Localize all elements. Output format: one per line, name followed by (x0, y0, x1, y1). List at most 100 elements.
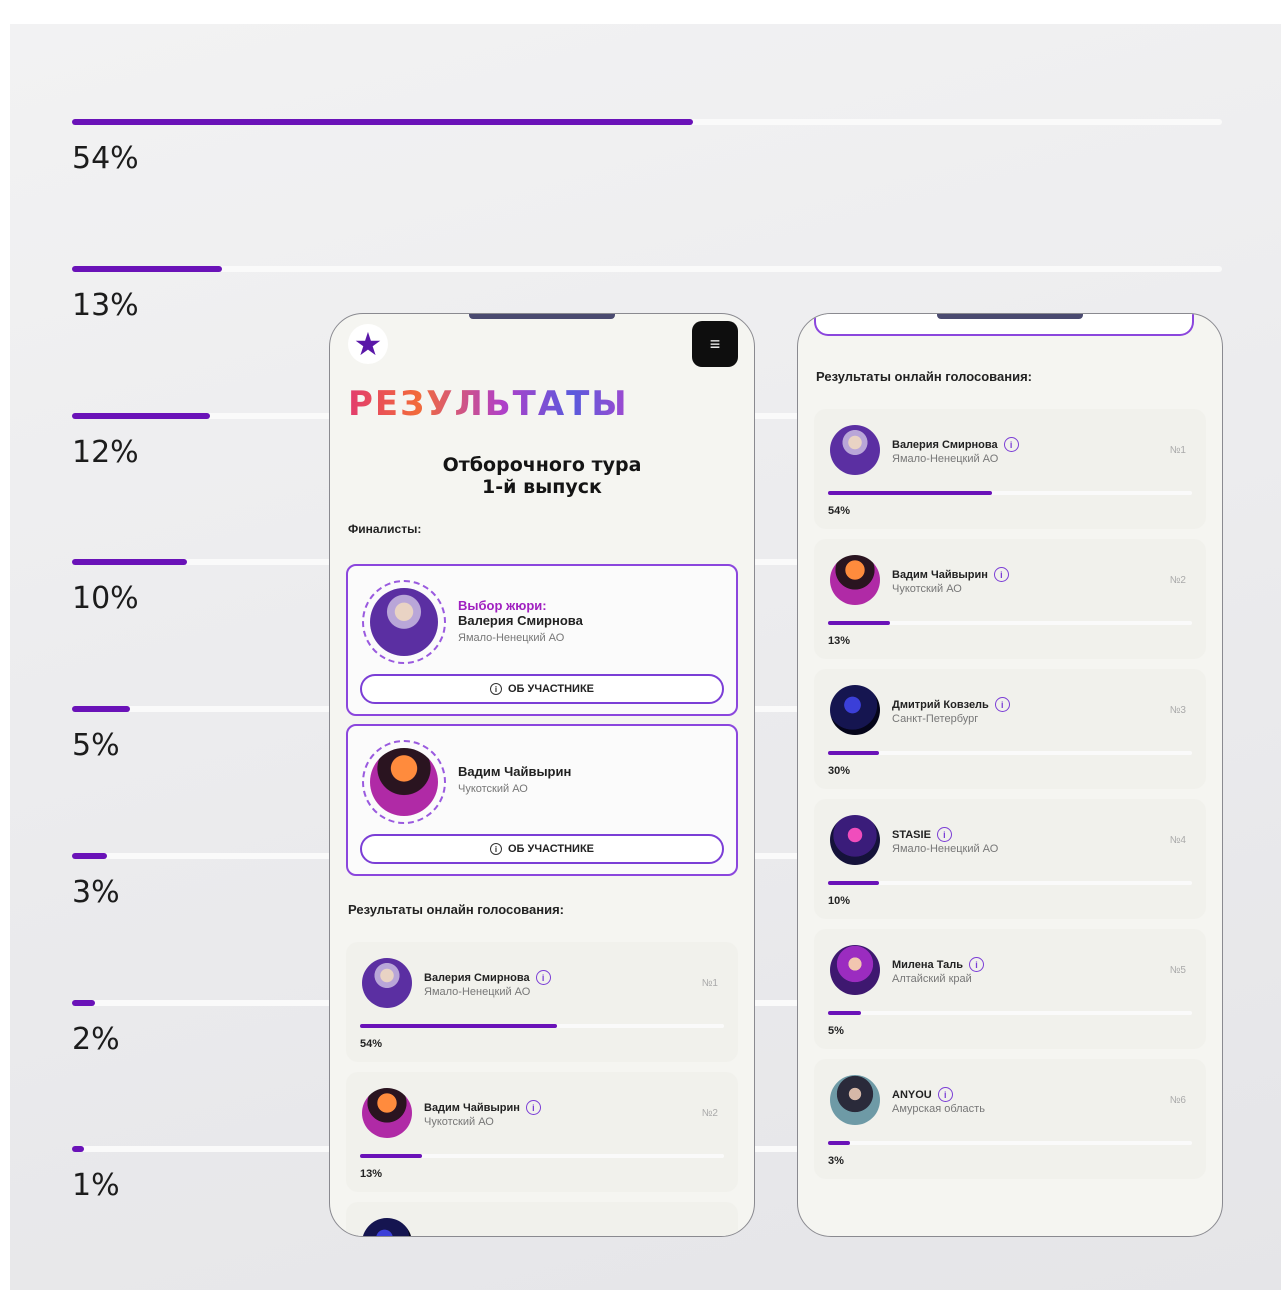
participant-name: STASIE (892, 828, 931, 841)
result-name-row: Вадим Чайвырин i (424, 1100, 541, 1115)
finalist-info: Выбор жюри: Валерия Смирнова Ямало-Ненец… (458, 598, 583, 646)
rank-number: №2 (701, 1108, 718, 1119)
info-icon[interactable]: i (993, 567, 1009, 582)
progress-fill (828, 881, 879, 885)
avatar (362, 1218, 412, 1236)
info-icon[interactable]: i (936, 827, 952, 842)
subtitle-line: Отборочного тура (442, 454, 642, 476)
info-icon[interactable]: i (994, 697, 1010, 712)
participant-region: Амурская область (892, 1103, 985, 1115)
result-name-row: Валерия Смирнова i (892, 437, 1019, 452)
progress-fill (360, 1154, 422, 1158)
percent-label: 54% (360, 1038, 383, 1050)
rank-number: №1 (701, 978, 718, 989)
finalist-name: Валерия Смирнова (458, 613, 583, 628)
about-participant-button[interactable]: i ОБ УЧАСТНИКЕ (360, 834, 724, 864)
participant-region: Ямало-Ненецкий АО (892, 453, 999, 465)
bg-pct-label: 5% (72, 728, 120, 763)
info-icon[interactable]: i (1003, 437, 1019, 452)
result-card: Валерия Смирнова i Ямало-Ненецкий АО №1 5… (814, 409, 1206, 529)
progress-fill (828, 491, 992, 495)
subtitle-line: 1-й выпуск (482, 476, 602, 498)
bg-pct-label: 54% (72, 141, 139, 176)
participant-region: Алтайский край (892, 973, 972, 985)
menu-button[interactable]: ≡ (692, 321, 738, 367)
info-circle-icon: i (489, 683, 502, 695)
page-title: РЕЗУЛЬТАТЫ (348, 384, 629, 424)
percent-label: 13% (828, 635, 851, 647)
star-logo-icon[interactable]: ★ (348, 324, 388, 364)
progress-track (360, 1154, 724, 1158)
progress-track (360, 1024, 724, 1028)
bg-fill (72, 559, 187, 565)
result-name-row: ANYOU i (892, 1087, 953, 1102)
phone-notch (469, 314, 615, 319)
bg-fill (72, 119, 693, 125)
finalists-label: Финалисты: (348, 522, 422, 536)
page-subtitle: Отборочного тура 1-й выпуск (330, 454, 754, 498)
finalist-region: Чукотский АО (458, 783, 528, 795)
progress-track (828, 1011, 1192, 1015)
result-card: Дмитрий Ковзель i Санкт-Петербург №3 30% (814, 669, 1206, 789)
result-card: Милена Таль i Алтайский край №5 5% (814, 929, 1206, 1049)
result-card: STASIE i Ямало-Ненецкий АО №4 10% (814, 799, 1206, 919)
percent-label: 10% (828, 895, 851, 907)
bg-pct-label: 12% (72, 435, 139, 470)
participant-name: Милена Таль (892, 958, 964, 971)
finalist-info: Вадим Чайвырин Чукотский АО (458, 764, 571, 797)
participant-region: Санкт-Петербург (892, 713, 979, 725)
bg-fill (72, 413, 210, 419)
avatar-image (370, 588, 438, 656)
result-name-row: Валерия Смирнова i (424, 970, 551, 985)
rank-number: №1 (1169, 445, 1186, 456)
result-card: Вадим Чайвырин i Чукотский АО №2 13% (814, 539, 1206, 659)
info-icon[interactable]: i (937, 1087, 953, 1102)
progress-track (828, 621, 1192, 625)
jury-choice-label: Выбор жюри: (458, 598, 547, 613)
bg-pct-label: 1% (72, 1168, 120, 1203)
result-card: ANYOU i Амурская область №6 3% (814, 1059, 1206, 1179)
progress-fill (828, 1011, 861, 1015)
participant-name: ANYOU (892, 1088, 932, 1101)
participant-region: Чукотский АО (892, 583, 962, 595)
finalist-region: Ямало-Ненецкий АО (458, 632, 565, 644)
percent-label: 5% (828, 1025, 844, 1037)
result-name-row: STASIE i (892, 827, 952, 842)
phone-notch (937, 314, 1083, 319)
participant-name: Дмитрий Ковзель (892, 698, 989, 711)
result-name-row: Дмитрий Ковзель i (892, 697, 1010, 712)
percent-label: 13% (360, 1168, 383, 1180)
percent-label: 30% (828, 765, 851, 777)
finalist-card: Выбор жюри: Валерия Смирнова Ямало-Ненец… (346, 564, 738, 716)
avatar (830, 425, 880, 475)
progress-track (828, 881, 1192, 885)
about-participant-button[interactable]: i ОБ УЧАСТНИКЕ (360, 674, 724, 704)
avatar (830, 685, 880, 735)
avatar (362, 958, 412, 1008)
avatar-image (370, 748, 438, 816)
bg-pct-label: 2% (72, 1022, 120, 1057)
info-icon[interactable]: i (535, 970, 551, 985)
online-results-label: Результаты онлайн голосования: (816, 369, 1032, 384)
bg-fill (72, 853, 107, 859)
info-icon[interactable]: i (969, 957, 985, 972)
bg-fill (72, 706, 130, 712)
result-name-row: Милена Таль i (892, 957, 985, 972)
bg-fill (72, 1146, 84, 1152)
bg-pct-label: 3% (72, 875, 120, 910)
info-icon[interactable]: i (525, 1100, 541, 1115)
bg-track (72, 119, 1222, 125)
result-name-row: Вадим Чайвырин i (892, 567, 1009, 582)
rank-number: №3 (1169, 705, 1186, 716)
progress-track (828, 491, 1192, 495)
progress-track (828, 751, 1192, 755)
info-circle-icon: i (489, 843, 502, 855)
avatar (362, 580, 446, 664)
progress-fill (828, 1141, 850, 1145)
progress-fill (828, 751, 879, 755)
stage: 54% 13% 12% 10% 5% 3% 2% 1% ★ ≡ РЕЗУЛЬТА… (10, 24, 1281, 1290)
bg-row: 54% (72, 119, 1222, 269)
progress-track (828, 1141, 1192, 1145)
result-card: Вадим Чайвырин i Чукотский АО №2 13% (346, 1072, 738, 1192)
avatar (830, 1075, 880, 1125)
